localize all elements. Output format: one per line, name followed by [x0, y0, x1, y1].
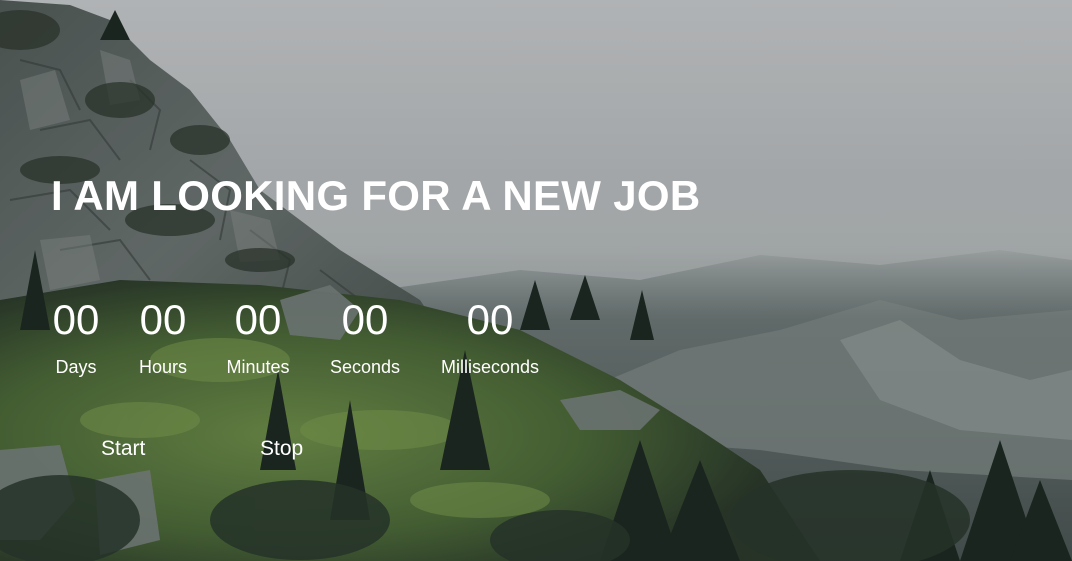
milliseconds-value: 00 — [466, 296, 514, 343]
milliseconds-label: Milliseconds — [440, 357, 540, 377]
stop-button[interactable]: Stop — [260, 435, 303, 463]
seconds-label: Seconds — [329, 357, 401, 377]
countdown-unit-seconds: 00 Seconds — [295, 296, 435, 378]
page-headline: I AM LOOKING FOR A NEW JOB — [51, 172, 701, 219]
countdown-unit-milliseconds: 00 Milliseconds — [420, 296, 560, 378]
misty-mountain-background-image — [0, 0, 1072, 561]
start-button[interactable]: Start — [101, 435, 145, 463]
seconds-value: 00 — [341, 296, 389, 343]
hero-section: I AM LOOKING FOR A NEW JOB 00 Days 00 Ho… — [0, 0, 1072, 561]
